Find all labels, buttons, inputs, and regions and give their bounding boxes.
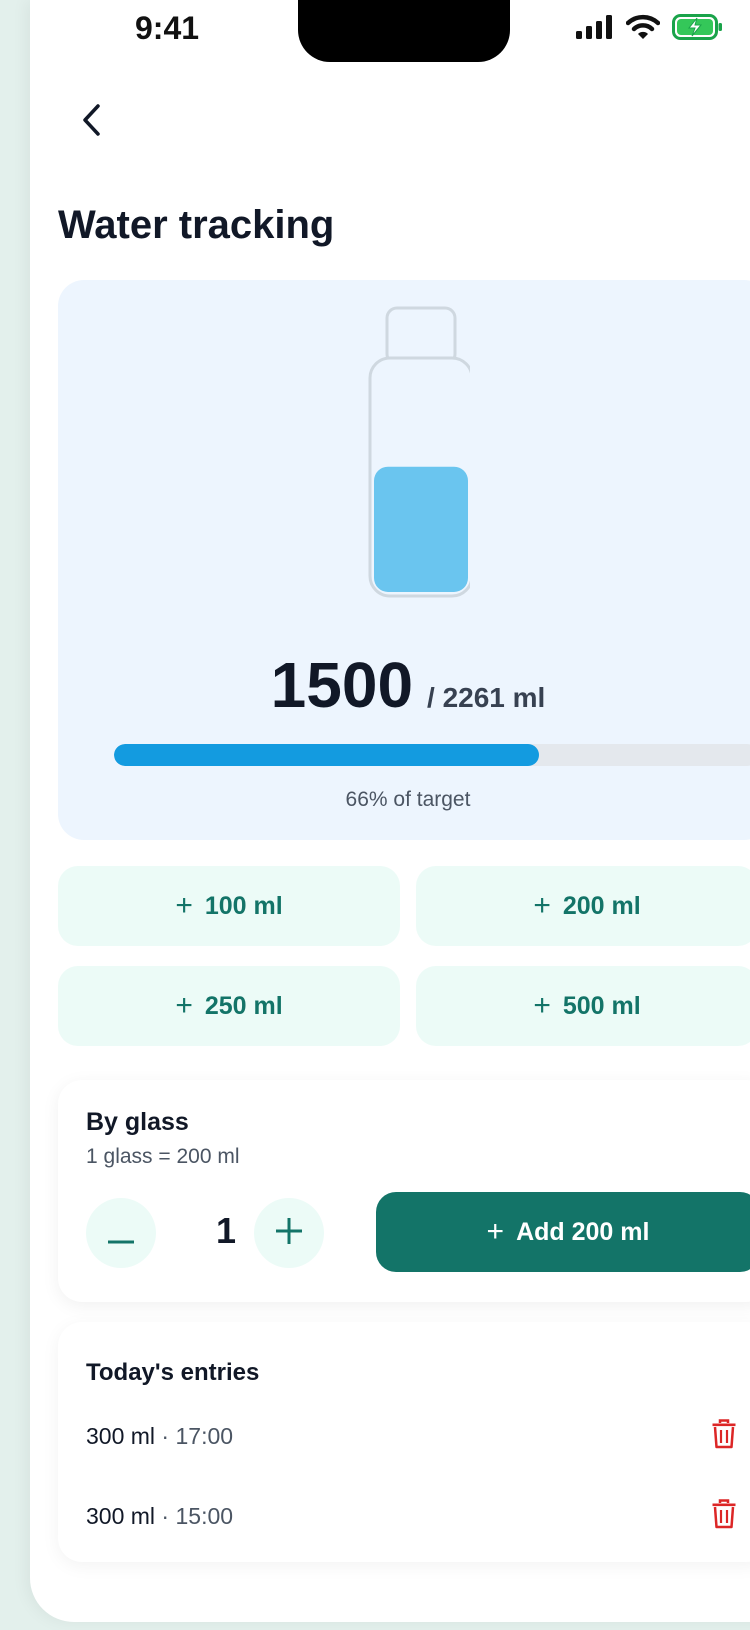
battery-charging-icon — [672, 14, 724, 45]
entry-time: 17:00 — [175, 1422, 234, 1449]
water-bottle-illustration — [358, 306, 474, 611]
delete-entry-button[interactable] — [702, 1494, 746, 1538]
entry-row: 300 ml · 15:00 — [86, 1494, 746, 1538]
plus-icon: + — [533, 989, 551, 1022]
delete-entry-button[interactable] — [702, 1414, 746, 1458]
amount-row: 1500 / 2261 ml — [58, 648, 750, 722]
entry-row: 300 ml · 17:00 — [86, 1414, 746, 1458]
quick-add-label: 250 ml — [204, 991, 283, 1020]
trash-icon — [712, 1418, 736, 1454]
glass-count: 1 — [216, 1210, 237, 1251]
dynamic-island — [298, 0, 510, 62]
by-glass-subtitle: 1 glass = 200 ml — [86, 1145, 240, 1168]
entry-amount: 300 ml — [86, 1502, 156, 1529]
plus-icon: + — [486, 1215, 505, 1248]
current-amount: 1500 — [270, 649, 414, 721]
add-250ml-button[interactable]: + 250 ml — [58, 966, 400, 1046]
entry-time: 15:00 — [175, 1502, 234, 1529]
add-glass-button[interactable]: + Add 200 ml — [376, 1192, 750, 1272]
status-time: 9:41 — [135, 10, 200, 46]
entry-amount: 300 ml — [86, 1422, 156, 1449]
quick-add-label: 100 ml — [204, 891, 283, 920]
add-100ml-button[interactable]: + 100 ml — [58, 866, 400, 946]
chevron-left-icon — [81, 103, 103, 142]
plus-icon: + — [533, 889, 551, 922]
page-title: Water tracking — [58, 203, 335, 247]
add-glass-label: Add 200 ml — [516, 1217, 650, 1246]
cellular-signal-icon — [576, 15, 614, 44]
bottle-water-fill — [374, 466, 468, 592]
progress-bar-fill — [114, 744, 540, 766]
decrease-glass-button[interactable] — [86, 1198, 156, 1268]
entry-text: 300 ml · 17:00 — [86, 1422, 234, 1449]
trash-icon — [712, 1498, 736, 1534]
quick-add-label: 200 ml — [562, 891, 641, 920]
back-button[interactable] — [70, 100, 114, 144]
quick-add-label: 500 ml — [562, 991, 641, 1020]
plus-icon: + — [175, 989, 193, 1022]
entry-text: 300 ml · 15:00 — [86, 1502, 234, 1529]
phone-screen: 9:41 Water tracking 1500 / 2261 ml 66% o… — [30, 0, 750, 1622]
by-glass-title: By glass — [86, 1108, 189, 1136]
wifi-icon — [625, 14, 661, 45]
plus-icon — [276, 1214, 302, 1253]
status-icons — [576, 14, 724, 45]
minus-icon — [108, 1214, 134, 1253]
add-200ml-button[interactable]: + 200 ml — [416, 866, 750, 946]
add-500ml-button[interactable]: + 500 ml — [416, 966, 750, 1046]
progress-card: 1500 / 2261 ml 66% of target — [58, 280, 750, 840]
plus-icon: + — [175, 889, 193, 922]
progress-caption: 66% of target — [345, 788, 471, 811]
entries-title: Today's entries — [86, 1359, 260, 1386]
increase-glass-button[interactable] — [254, 1198, 324, 1268]
progress-bar — [114, 744, 750, 766]
target-amount: / 2261 ml — [427, 682, 546, 713]
